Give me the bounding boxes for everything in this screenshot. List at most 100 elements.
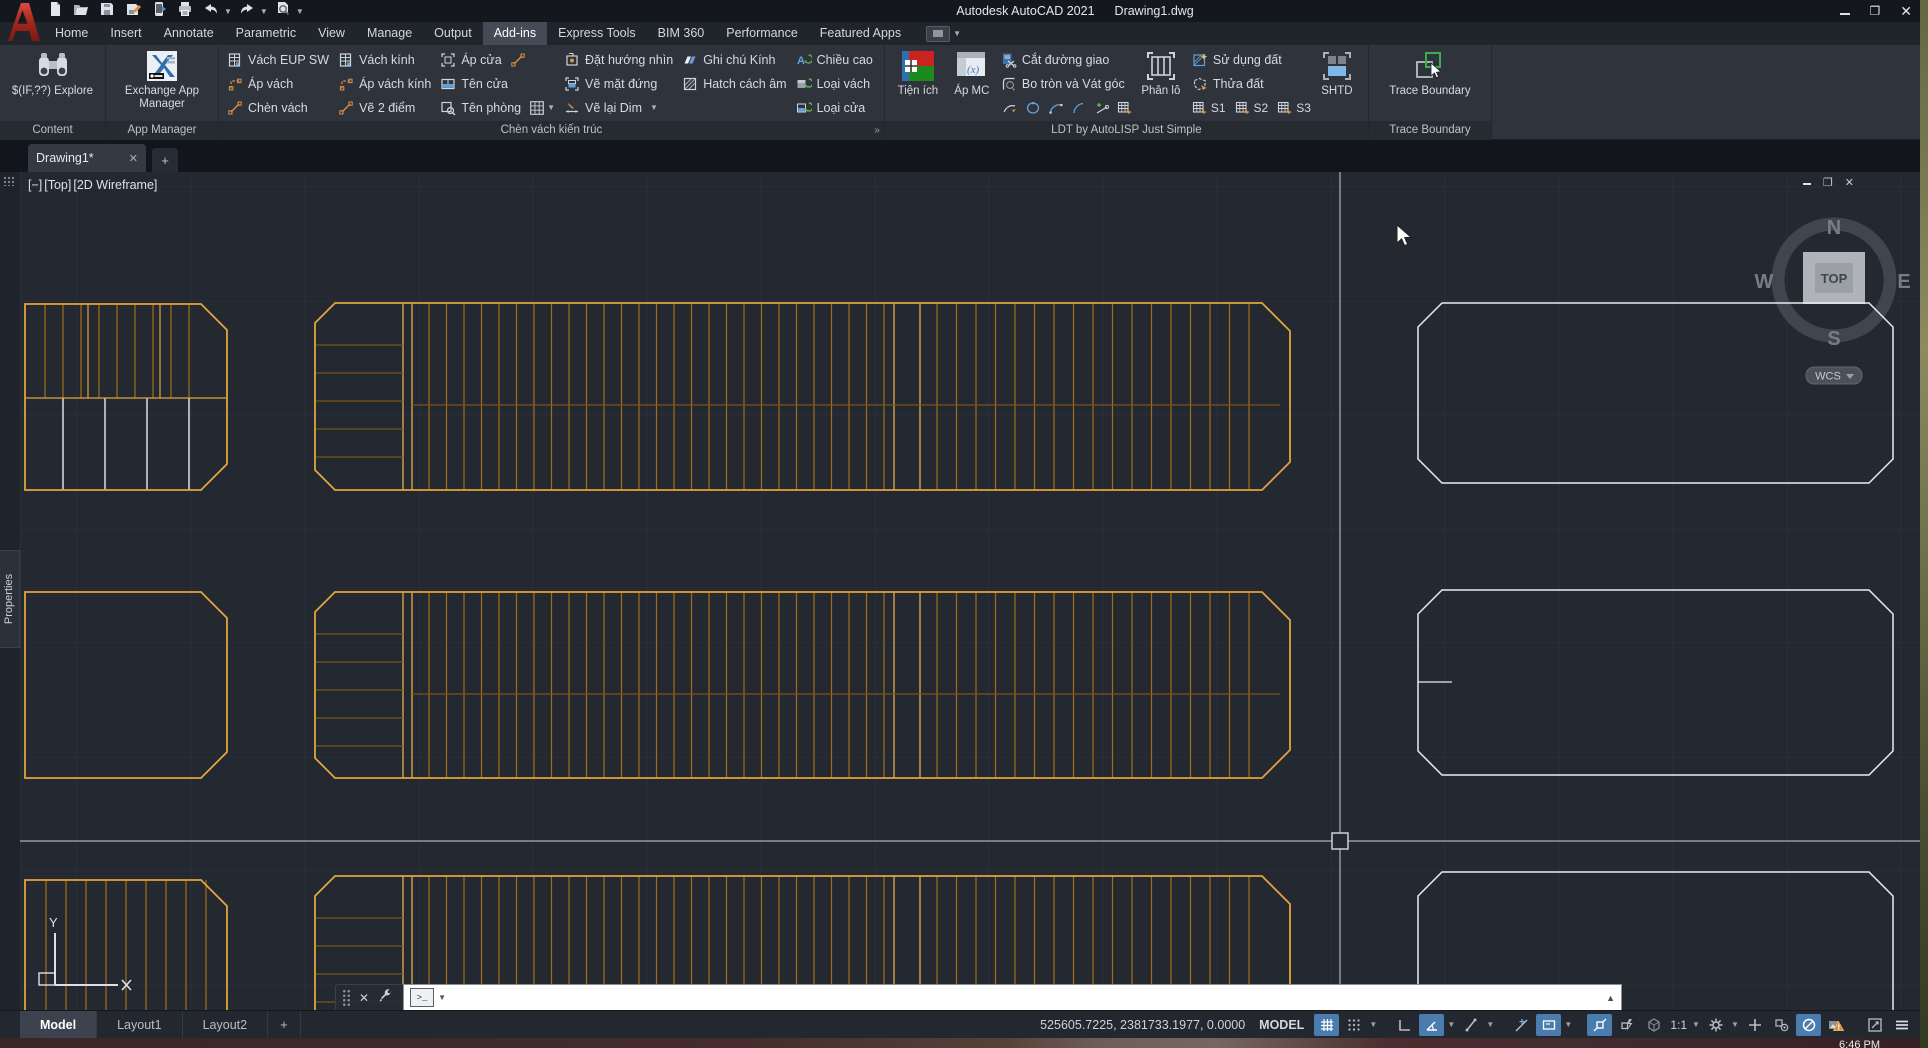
- ribbon-button-th-a-t[interactable]: Thửa đất: [1189, 72, 1311, 96]
- ribbon-tab-parametric[interactable]: Parametric: [225, 22, 307, 45]
- ribbon-panel-title[interactable]: App Manager: [106, 121, 218, 140]
- new-drawing-tab-button[interactable]: +: [152, 148, 178, 172]
- drawing-canvas[interactable]: Properties NSWETOPWCSY [−] [Top] [2D Wir…: [0, 172, 1920, 1010]
- ribbon-panel-title[interactable]: LDT by AutoLISP Just Simple: [885, 121, 1368, 140]
- ribbon-button-s-d-ng-t[interactable]: Sử dụng đất: [1189, 48, 1311, 72]
- ribbon-tab-express-tools[interactable]: Express Tools: [547, 22, 647, 45]
- doc-close-button[interactable]: ✕: [1845, 176, 1854, 189]
- ribbon-button-lo-i-c-a[interactable]: Loại cửa: [793, 96, 879, 120]
- file-tab-drawing1[interactable]: Drawing1* ✕: [28, 144, 146, 172]
- ribbon-button-extra[interactable]: [510, 52, 526, 68]
- save-button[interactable]: [96, 1, 118, 21]
- ribbon-button-lo-i-v-ch[interactable]: Loại vách: [793, 72, 879, 96]
- status-osnap-button[interactable]: [1587, 1014, 1612, 1036]
- ribbon-button-v-2-i-m[interactable]: Vẽ 2 điểm: [335, 96, 437, 120]
- ribbon-tab-annotate[interactable]: Annotate: [153, 22, 225, 45]
- open-folder-button[interactable]: [70, 1, 92, 21]
- view-controls-button[interactable]: [Top]: [44, 178, 71, 192]
- ribbon-button-v-l-i-dim[interactable]: Vẽ lại Dim▼: [561, 96, 679, 120]
- ribbon-tab-performance[interactable]: Performance: [715, 22, 809, 45]
- restore-button[interactable]: ❐: [1870, 5, 1881, 17]
- ribbon-button-ph-n-l-[interactable]: Phân lô: [1133, 47, 1189, 98]
- ribbon-button-extra[interactable]: ▼: [529, 100, 555, 116]
- ribbon-button-s1[interactable]: S1: [1192, 100, 1226, 116]
- ribbon-tab-bim-360[interactable]: BIM 360: [647, 22, 716, 45]
- viewcube-south[interactable]: S: [1827, 328, 1840, 350]
- parcel-block-L1[interactable]: [25, 304, 227, 490]
- ribbon-button-arc[interactable]: [1048, 100, 1064, 116]
- ribbon-button--p-v-ch-k-nh[interactable]: Áp vách kính: [335, 72, 437, 96]
- ribbon-button-hatch-c-ch-m[interactable]: Hatch cách âm: [679, 72, 792, 96]
- ribbon-tab-view[interactable]: View: [307, 22, 356, 45]
- doc-minimize-button[interactable]: [1803, 176, 1811, 188]
- status-menu-button[interactable]: [1889, 1014, 1914, 1036]
- command-bar-grip-icon[interactable]: [342, 989, 351, 1006]
- ribbon-button-bo-tr-n-v-v-t-g-c[interactable]: Bo tròn và Vát góc: [998, 72, 1133, 96]
- status-hwaccel-button[interactable]: [1796, 1014, 1821, 1036]
- close-button[interactable]: ✕: [1900, 5, 1912, 17]
- ribbon-button-exchange-app-manager[interactable]: Exchange App Manager: [111, 47, 213, 111]
- save-as-button[interactable]: [122, 1, 144, 21]
- ribbon-button-t-n-ph-ng[interactable]: Tên phòng▼: [437, 96, 561, 120]
- ribbon-button-extra[interactable]: ▼: [650, 104, 658, 112]
- annotation-scale-button[interactable]: 1:1: [1668, 1018, 1689, 1032]
- status-polar-button[interactable]: [1419, 1014, 1444, 1036]
- status-otrack-button[interactable]: [1509, 1014, 1534, 1036]
- status-ortho-button[interactable]: [1392, 1014, 1417, 1036]
- new-file-button[interactable]: [44, 1, 66, 21]
- viewcube-east[interactable]: E: [1897, 271, 1910, 293]
- viewcube-west[interactable]: W: [1755, 271, 1774, 293]
- ribbon-tab-home[interactable]: Home: [44, 22, 99, 45]
- panel-grip-icon[interactable]: [3, 176, 16, 186]
- status-perf-warn-button[interactable]: [1823, 1014, 1848, 1036]
- ribbon-button-chi-u-cao[interactable]: AChiều cao: [793, 48, 879, 72]
- properties-panel-tab[interactable]: Properties: [0, 550, 20, 648]
- ribbon-button--p-mc[interactable]: (x)Áp MC: [946, 47, 998, 98]
- ribbon-button-c-t-ng-giao[interactable]: Cắt đường giao: [998, 48, 1133, 72]
- autocad-logo-icon[interactable]: [2, 1, 40, 43]
- ribbon-button-ghi-ch-k-nh[interactable]: Ghi chú Kính: [679, 48, 792, 72]
- command-input-field[interactable]: >_ ▼ ▲: [403, 984, 1622, 1010]
- model-space-label[interactable]: MODEL: [1259, 1018, 1304, 1032]
- ribbon-button-v-ch-eup-sw[interactable]: Vách EUP SW: [224, 48, 335, 72]
- ribbon-button-v-ch-k-nh[interactable]: Vách kính: [335, 48, 437, 72]
- redo-button[interactable]: [236, 1, 258, 21]
- command-wrench-icon[interactable]: [377, 987, 393, 1008]
- status-dropdown-icon[interactable]: ▼: [1485, 1020, 1495, 1029]
- status-osnap3d-button[interactable]: [1641, 1014, 1666, 1036]
- ribbon-button--p-c-a[interactable]: Áp cửa: [437, 48, 561, 72]
- minimize-button[interactable]: [1840, 5, 1850, 17]
- ribbon-button-arc2[interactable]: [1071, 100, 1087, 116]
- viewcube-north[interactable]: N: [1827, 217, 1841, 239]
- file-tab-close-icon[interactable]: ✕: [129, 152, 138, 165]
- ribbon-panel-title[interactable]: Trace Boundary: [1369, 121, 1491, 140]
- visual-style-button[interactable]: [2D Wireframe]: [73, 178, 157, 192]
- print-button[interactable]: [174, 1, 196, 21]
- ribbon-button-circle[interactable]: [1025, 100, 1041, 116]
- layout-tab-layout1[interactable]: Layout1: [97, 1011, 182, 1038]
- ribbon-panel-title[interactable]: Content: [0, 121, 105, 140]
- parcel-block-R2[interactable]: [1418, 590, 1893, 775]
- status-dyninput-button[interactable]: [1536, 1014, 1561, 1036]
- undo-button[interactable]: [200, 1, 222, 21]
- ribbon-button-table-pencil[interactable]: [1117, 100, 1133, 116]
- status-dropdown-icon[interactable]: ▼: [1691, 1020, 1701, 1029]
- ribbon-tab-insert[interactable]: Insert: [99, 22, 152, 45]
- panel-expand-icon[interactable]: »: [874, 124, 880, 138]
- command-history-up-icon[interactable]: ▲: [1606, 993, 1615, 1003]
- status-dropdown-icon[interactable]: ▼: [1563, 1020, 1573, 1029]
- doc-restore-button[interactable]: ❐: [1823, 176, 1833, 189]
- status-gear-button[interactable]: [1703, 1014, 1728, 1036]
- ribbon-button--t-h-ng-nh-n[interactable]: Đặt hướng nhìn: [561, 48, 679, 72]
- ribbon-button-s2[interactable]: S2: [1235, 100, 1269, 116]
- layout-tab-model[interactable]: Model: [20, 1011, 97, 1038]
- parcel-block-M1[interactable]: [315, 303, 1290, 490]
- ribbon-tab-output[interactable]: Output: [423, 22, 483, 45]
- status-plus-button[interactable]: [1742, 1014, 1767, 1036]
- status-isolate-button[interactable]: [1769, 1014, 1794, 1036]
- command-bar-close-icon[interactable]: ✕: [359, 991, 369, 1005]
- command-prompt-icon[interactable]: >_: [410, 988, 434, 1007]
- status-grid-button[interactable]: [1314, 1014, 1339, 1036]
- model-space-drawing[interactable]: NSWETOPWCSY: [20, 172, 1920, 1010]
- ribbon-tab-add-ins[interactable]: Add-ins: [483, 22, 547, 45]
